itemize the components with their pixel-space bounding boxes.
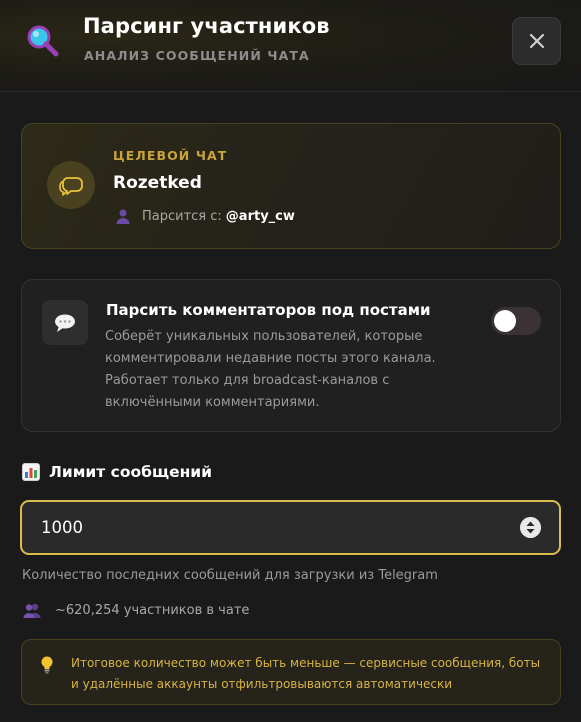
toggle-knob [494,310,516,332]
members-count: ~620,254 участников в чате [22,602,249,618]
message-limit-input[interactable] [41,502,511,553]
dialog-title: Парсинг участников [83,14,330,38]
number-stepper-icon[interactable] [520,517,541,538]
message-limit-field [20,500,561,555]
parsed-by-row: Парсится с: @arty_cw [115,208,295,224]
people-icon [23,603,41,618]
target-chat-name: Rozetked [113,173,202,193]
speech-balloon-icon [55,314,75,332]
members-count-text: ~620,254 участников в чате [55,602,250,618]
close-icon [529,33,544,49]
bar-chart-icon [22,463,40,481]
magnifier-icon [27,25,59,57]
dialog-subtitle: АНАЛИЗ СООБЩЕНИЙ ЧАТА [84,48,310,63]
parse-commenters-title: Парсить комментаторов под постами [106,301,431,319]
message-limit-label: Лимит сообщений [49,463,213,481]
parsed-by-label: Парсится с: [142,208,222,224]
filter-warning-text: Итоговое количество может быть меньше — … [71,656,541,691]
parsed-by-handle: @arty_cw [225,208,295,224]
light-bulb-icon [41,656,53,674]
parse-commenters-option: Парсить комментаторов под постами Соберё… [21,279,561,432]
filter-warning: Итоговое количество может быть меньше — … [21,639,561,705]
user-icon [116,209,130,224]
chat-bubble-icon [59,177,83,196]
parse-commenters-description: Соберёт уникальных пользователей, которы… [105,329,436,410]
dialog-header: Парсинг участников АНАЛИЗ СООБЩЕНИЙ ЧАТА [0,0,581,92]
target-chat-card: ЦЕЛЕВОЙ ЧАТ Rozetked Парсится с: @arty_c… [21,123,561,249]
comments-icon-box [42,300,88,345]
message-limit-hint: Количество последних сообщений для загру… [22,568,438,583]
close-button[interactable] [512,17,561,65]
target-chat-label: ЦЕЛЕВОЙ ЧАТ [113,148,228,163]
target-chat-avatar [47,161,95,209]
message-limit-heading: Лимит сообщений [22,463,212,481]
parse-commenters-toggle[interactable] [491,307,541,335]
